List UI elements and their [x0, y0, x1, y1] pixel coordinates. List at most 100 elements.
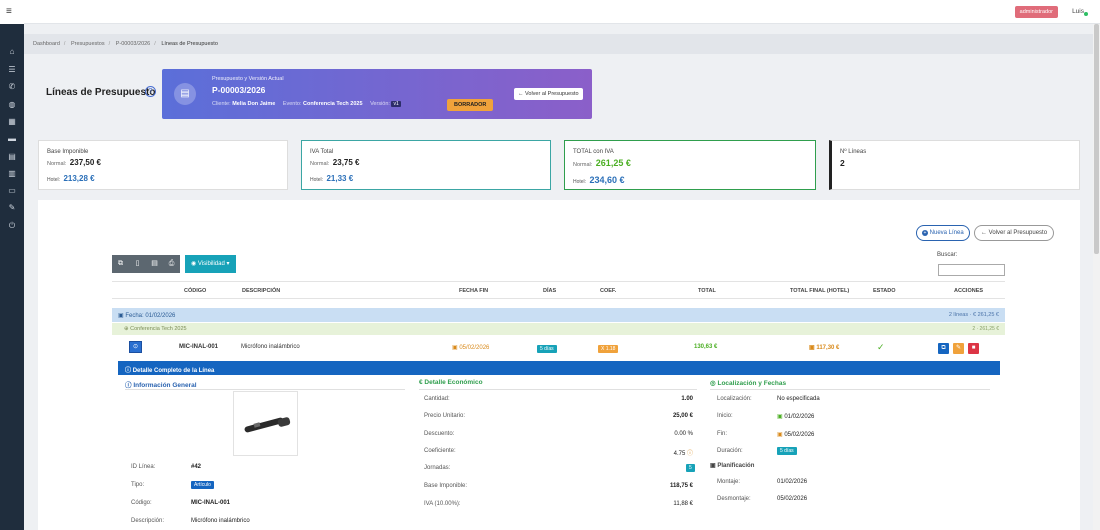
- th-fecha-fin[interactable]: FECHA FIN: [459, 288, 488, 294]
- edit-icon[interactable]: ✎: [953, 343, 964, 354]
- handshake-icon[interactable]: ◍: [7, 100, 17, 109]
- loc-value: No especificada: [777, 396, 820, 402]
- role-badge: administrador: [1014, 6, 1058, 18]
- scrollbar-thumb[interactable]: [1094, 24, 1099, 254]
- iva-value: 11,88 €: [673, 501, 693, 507]
- codigo-value: MIC-INAL-001: [191, 500, 231, 506]
- card-title: TOTAL con IVA: [573, 149, 614, 155]
- hotel-value: 21,33 €: [326, 174, 354, 183]
- fin-label: Fin:: [717, 431, 728, 437]
- sidebar-header: [0, 0, 24, 24]
- menu-icon[interactable]: ≡: [6, 6, 12, 17]
- hotel-value: 213,28 €: [63, 174, 95, 183]
- th-descripcion[interactable]: DESCRIPCIÓN: [242, 288, 280, 294]
- cell-descripcion: Micrófono inalámbrico: [241, 344, 300, 350]
- th-estado[interactable]: ESTADO: [873, 288, 896, 294]
- microphone-image: [244, 417, 291, 433]
- desmontaje-label: Desmontaje:: [717, 496, 751, 502]
- normal-value: 237,50 €: [69, 158, 101, 167]
- user-name[interactable]: Luis: [1072, 8, 1084, 15]
- detail-header: ⓘ Detalle Completo de la Línea: [118, 361, 1000, 375]
- wrench-icon[interactable]: ✎: [7, 203, 17, 212]
- sidebar: ≡ ⌂ ☰ ✆ ◍ ▦ ▬ ▤ ▥ ▭ ✎ ⏻: [0, 0, 24, 530]
- desc-label: Descripción:: [131, 518, 165, 524]
- jornadas-label: Jornadas:: [424, 465, 451, 471]
- search-input[interactable]: [938, 264, 1005, 276]
- monitor-icon[interactable]: ▭: [7, 186, 17, 195]
- print-icon[interactable]: ⎙: [163, 255, 180, 273]
- page-scrollbar[interactable]: [1093, 24, 1100, 530]
- info-icon: ⓘ: [686, 451, 693, 457]
- tipo-badge: Artículo: [191, 481, 214, 489]
- help-icon[interactable]: ?: [145, 86, 156, 97]
- layers-icon[interactable]: ▥: [7, 169, 17, 178]
- plus-icon: +: [922, 230, 928, 236]
- breadcrumb-presupuestos[interactable]: Presupuestos: [71, 41, 105, 47]
- jornadas-badge: 5: [686, 464, 695, 472]
- view-icon[interactable]: ⧉: [938, 343, 949, 354]
- client-value: Melia Don Jaime: [232, 101, 276, 107]
- hotel-label: Hotel:: [47, 177, 61, 183]
- phone-icon[interactable]: ✆: [7, 82, 17, 91]
- group-event-row[interactable]: ⊕ Conferencia Tech 2025 2 · 261,25 €: [112, 323, 1005, 335]
- section-general-title: ⓘ Información General: [125, 382, 197, 389]
- card-title: Base Imponible: [47, 149, 89, 155]
- section-divider: [419, 389, 697, 390]
- copy-icon[interactable]: ⧉: [112, 255, 129, 273]
- codigo-label: Código:: [131, 500, 152, 506]
- online-status-icon: [1084, 12, 1088, 16]
- th-total[interactable]: TOTAL: [698, 288, 716, 294]
- section-divider: [710, 389, 990, 390]
- status-badge: BORRADOR: [447, 99, 494, 111]
- folder-icon[interactable]: ▬: [7, 134, 17, 143]
- card-line-count: Nº Líneas 2: [829, 140, 1080, 190]
- card-title: IVA Total: [310, 149, 334, 155]
- sliders-icon[interactable]: ☰: [7, 65, 17, 74]
- excel-icon[interactable]: ▤: [146, 255, 163, 273]
- back-to-budget-button-2[interactable]: ← Volver al Presupuesto: [974, 225, 1055, 241]
- cell-coef: X 1.18: [598, 345, 619, 353]
- calendar-icon: ▣: [118, 313, 124, 319]
- base-value: 118,75 €: [669, 483, 693, 489]
- normal-label: Normal:: [310, 161, 330, 167]
- th-coef[interactable]: COEF.: [600, 288, 616, 294]
- inicio-value: ▣ 01/02/2026: [777, 414, 815, 420]
- calculator-icon[interactable]: ▦: [7, 117, 17, 126]
- back-to-budget-button[interactable]: ← Volver al Presupuesto: [514, 88, 583, 100]
- home-icon[interactable]: ⌂: [7, 47, 17, 56]
- th-acciones: ACCIONES: [954, 288, 984, 294]
- hotel-label: Hotel:: [310, 177, 324, 183]
- product-image: [233, 391, 298, 456]
- csv-icon[interactable]: ▯: [129, 255, 146, 273]
- logout-icon[interactable]: ⏻: [7, 221, 17, 230]
- th-codigo[interactable]: CÓDIGO: [184, 288, 206, 294]
- loc-label: Localización:: [717, 396, 752, 402]
- normal-label: Normal:: [573, 162, 593, 168]
- breadcrumb-budget[interactable]: P-00003/2026: [116, 41, 151, 47]
- database-icon[interactable]: ▤: [7, 152, 17, 161]
- duracion-badge: 5 días: [777, 447, 797, 455]
- info-icon: ⓘ: [125, 368, 132, 374]
- fin-value: ▣ 05/02/2026: [777, 432, 815, 438]
- group-date-row[interactable]: ▣ Fecha: 01/02/2026 2 líneas · € 261,25 …: [112, 308, 1005, 322]
- iva-label: IVA (10.00%):: [424, 501, 461, 507]
- event-value: Conferencia Tech 2025: [303, 101, 363, 107]
- visibility-dropdown[interactable]: ◉ Visibilidad ▾: [185, 255, 236, 273]
- cell-codigo: MIC-INAL-001: [179, 344, 219, 350]
- th-total-final[interactable]: TOTAL FINAL (HOTEL): [790, 288, 849, 294]
- section-divider: [125, 389, 405, 390]
- cantidad-value: 1.00: [681, 396, 693, 402]
- breadcrumb-dashboard[interactable]: Dashboard: [33, 41, 60, 47]
- normal-value: 23,75 €: [332, 158, 360, 167]
- new-line-button[interactable]: + Nueva Línea: [916, 225, 970, 241]
- desmontaje-value: 05/02/2026: [777, 496, 808, 502]
- th-dias[interactable]: DÍAS: [543, 288, 556, 294]
- desc-value: Micrófono inalámbrico: [191, 518, 250, 524]
- precio-value: 25,00 €: [672, 413, 693, 419]
- breadcrumb: Dashboard / Presupuestos / P-00003/2026/ L…: [24, 34, 1094, 54]
- expand-row-button[interactable]: ⊙: [129, 341, 142, 353]
- group-event-summary: 2 · 261,25 €: [972, 326, 999, 332]
- budget-banner: ▤ Presupuesto y Versión Actual P-00003/2…: [162, 69, 592, 119]
- id-value: #42: [191, 464, 202, 470]
- delete-icon[interactable]: ■: [968, 343, 979, 354]
